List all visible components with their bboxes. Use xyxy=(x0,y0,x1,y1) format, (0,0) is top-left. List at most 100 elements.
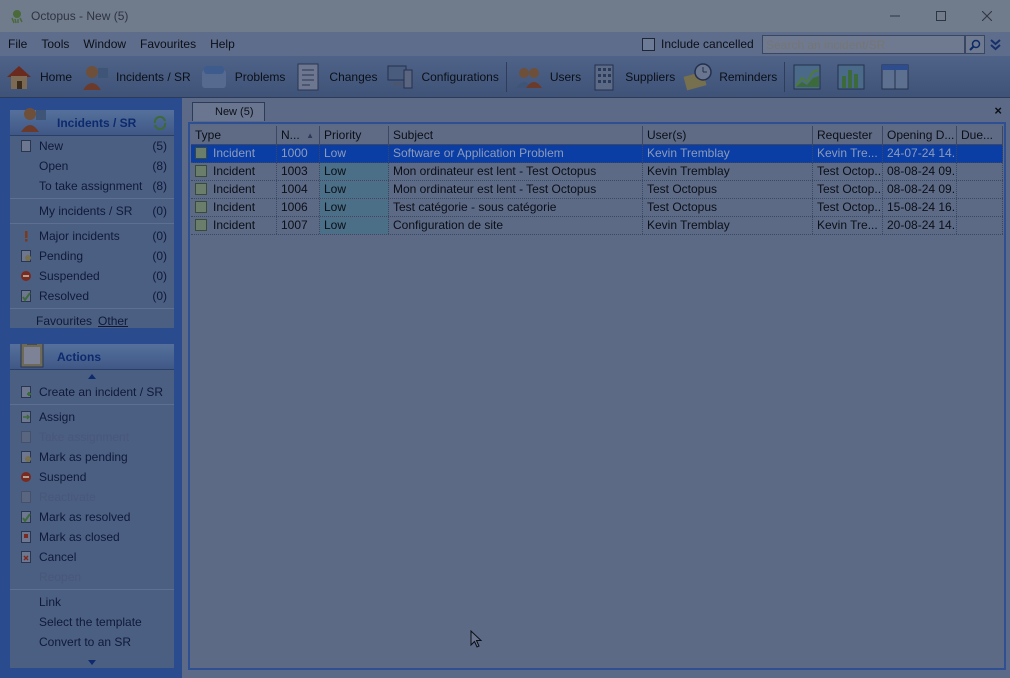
column-header-users[interactable]: User(s) xyxy=(643,126,813,144)
other-link[interactable]: Other xyxy=(98,314,128,328)
action-create-incident[interactable]: Create an incident / SR xyxy=(10,382,174,402)
action-assign[interactable]: Assign xyxy=(10,407,174,427)
action-select-template[interactable]: Select the template xyxy=(10,612,174,632)
action-take-assignment[interactable]: Take assignment xyxy=(10,427,174,447)
sidebar-item-new[interactable]: New (5) xyxy=(10,136,174,156)
tab-new[interactable]: New (5) xyxy=(192,102,265,121)
main-toolbar: Home Incidents / SR Problems Changes Con… xyxy=(0,56,1010,98)
stop-icon xyxy=(20,270,32,282)
close-icon[interactable] xyxy=(964,0,1010,32)
pending-icon xyxy=(20,451,32,463)
table-row[interactable]: Incident 1003 Low Mon ordinateur est len… xyxy=(191,163,1003,181)
incidents-panel-header[interactable]: Incidents / SR xyxy=(10,108,174,136)
maximize-icon[interactable] xyxy=(918,0,964,32)
include-cancelled-toggle[interactable]: Include cancelled xyxy=(642,37,754,51)
action-label: Mark as resolved xyxy=(39,510,131,524)
add-page-icon xyxy=(20,386,32,398)
sidebar-item-label: Resolved xyxy=(39,289,90,303)
toolbar-layout-button[interactable] xyxy=(876,59,920,95)
sidebar-item-suspended[interactable]: Suspended (0) xyxy=(10,266,174,286)
scroll-down-icon[interactable] xyxy=(10,656,174,668)
cell-number: 1004 xyxy=(277,181,320,198)
favourites-label[interactable]: Favourites xyxy=(36,314,92,328)
search-button[interactable] xyxy=(965,35,985,54)
minimize-icon[interactable] xyxy=(872,0,918,32)
action-link[interactable]: Link xyxy=(10,592,174,612)
table-row[interactable]: Incident 1007 Low Configuration de site … xyxy=(191,217,1003,235)
sidebar-item-label: My incidents / SR xyxy=(39,204,133,218)
toolbar-home-button[interactable]: Home xyxy=(0,59,76,95)
action-cancel[interactable]: Cancel xyxy=(10,547,174,567)
sidebar-divider xyxy=(10,308,174,309)
action-label: Mark as closed xyxy=(39,530,120,544)
column-header-priority[interactable]: Priority xyxy=(320,126,389,144)
table-row[interactable]: Incident 1004 Low Mon ordinateur est len… xyxy=(191,181,1003,199)
scroll-up-icon[interactable] xyxy=(10,370,174,382)
menu-tools[interactable]: Tools xyxy=(33,37,75,51)
include-cancelled-checkbox[interactable] xyxy=(642,37,655,51)
sidebar-item-pending[interactable]: Pending (0) xyxy=(10,246,174,266)
cell-requester: Test Octop... xyxy=(813,163,883,180)
table-row[interactable]: Incident 1006 Low Test catégorie - sous … xyxy=(191,199,1003,217)
action-suspend[interactable]: Suspend xyxy=(10,467,174,487)
menu-favourites[interactable]: Favourites xyxy=(132,37,202,51)
column-header-number[interactable]: N... ▲ xyxy=(277,126,320,144)
cell-requester: Kevin Tre... xyxy=(813,145,883,162)
user-incident-icon xyxy=(18,104,48,134)
cell-priority: Low xyxy=(320,163,389,180)
cell-requester: Test Octop... xyxy=(813,199,883,216)
action-label: Mark as pending xyxy=(39,450,128,464)
sidebar-item-resolved[interactable]: Resolved (0) xyxy=(10,286,174,306)
menu-window[interactable]: Window xyxy=(75,37,132,51)
refresh-icon[interactable] xyxy=(152,115,168,134)
close-tab-icon[interactable]: × xyxy=(994,103,1002,118)
toolbar-changes-label: Changes xyxy=(329,69,378,84)
cell-type-text: Incident xyxy=(213,200,256,214)
action-mark-pending[interactable]: Mark as pending xyxy=(10,447,174,467)
toolbar-users-label: Users xyxy=(549,69,582,84)
cell-users: Kevin Tremblay xyxy=(643,217,813,234)
toolbar-suppliers-button[interactable]: Suppliers xyxy=(585,59,679,95)
action-mark-resolved[interactable]: Mark as resolved xyxy=(10,507,174,527)
toolbar-reminders-button[interactable]: Reminders xyxy=(679,59,781,95)
toolbar-incidents-button[interactable]: Incidents / SR xyxy=(76,59,195,95)
sidebar-item-major-incidents[interactable]: Major incidents (0) xyxy=(10,226,174,246)
cell-requester: Kevin Tre... xyxy=(813,217,883,234)
menu-file[interactable]: File xyxy=(0,37,33,51)
cell-number: 1003 xyxy=(277,163,320,180)
column-header-type[interactable]: Type xyxy=(191,126,277,144)
action-reopen[interactable]: Reopen xyxy=(10,567,174,587)
page-icon xyxy=(20,491,32,503)
search-input[interactable] xyxy=(762,35,965,54)
chevron-down-icon[interactable] xyxy=(987,37,1003,53)
column-header-subject[interactable]: Subject xyxy=(389,126,643,144)
sidebar-item-count: (0) xyxy=(152,229,167,243)
toolbar-bar-chart-button[interactable] xyxy=(832,59,876,95)
toolbar-changes-button[interactable]: Changes xyxy=(289,59,381,95)
sidebar-item-label: Suspended xyxy=(39,269,100,283)
toolbar-configurations-button[interactable]: Configurations xyxy=(381,59,502,95)
cell-priority: Low xyxy=(320,217,389,234)
sort-asc-icon: ▲ xyxy=(306,131,314,140)
toolbar-problems-button[interactable]: Problems xyxy=(195,59,290,95)
main-content: New (5) × Type N... ▲ Priority Subject U… xyxy=(182,98,1010,678)
action-reactivate[interactable]: Reactivate xyxy=(10,487,174,507)
column-header-due[interactable]: Due... xyxy=(957,126,1003,144)
sidebar-item-open[interactable]: Open (8) xyxy=(10,156,174,176)
column-header-opening-date[interactable]: Opening D... xyxy=(883,126,957,144)
sidebar-item-label: To take assignment xyxy=(39,179,143,193)
cell-priority: Low xyxy=(320,199,389,216)
sidebar-item-my-incidents[interactable]: My incidents / SR (0) xyxy=(10,201,174,221)
action-mark-closed[interactable]: Mark as closed xyxy=(10,527,174,547)
menu-help[interactable]: Help xyxy=(202,37,241,51)
bar-chart-icon xyxy=(836,62,866,92)
sidebar-item-to-take-assignment[interactable]: To take assignment (8) xyxy=(10,176,174,196)
cell-due xyxy=(957,217,1003,234)
actions-panel-header[interactable]: Actions xyxy=(10,344,174,370)
toolbar-trend-chart-button[interactable] xyxy=(788,59,832,95)
toolbar-users-button[interactable]: Users xyxy=(510,59,585,95)
action-label: Convert to an SR xyxy=(39,635,132,649)
table-row[interactable]: Incident 1000 Low Software or Applicatio… xyxy=(191,145,1003,163)
column-header-requester[interactable]: Requester xyxy=(813,126,883,144)
action-convert-to-sr[interactable]: Convert to an SR xyxy=(10,632,174,652)
